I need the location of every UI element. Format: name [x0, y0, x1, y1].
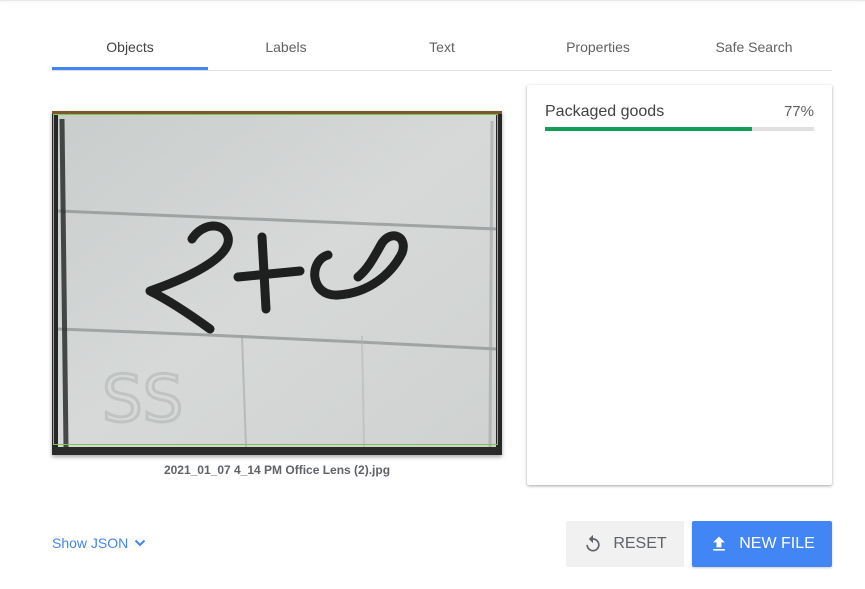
tab-labels[interactable]: Labels — [208, 24, 364, 69]
analyzed-image: SS — [52, 111, 502, 455]
results-card: Packaged goods 77% — [527, 85, 832, 485]
show-json-toggle[interactable]: Show JSON — [52, 535, 147, 551]
upload-icon — [709, 534, 729, 554]
tab-objects[interactable]: Objects — [52, 24, 208, 70]
tab-properties[interactable]: Properties — [520, 24, 676, 69]
chevron-down-icon — [135, 539, 146, 547]
show-json-label: Show JSON — [52, 535, 129, 551]
confidence-bar-fill — [545, 127, 753, 131]
object-bounding-box — [53, 114, 498, 445]
result-label: Packaged goods — [545, 103, 665, 120]
image-filename: 2021_01_07 4_14 PM Office Lens (2).jpg — [163, 463, 391, 477]
reset-button[interactable]: RESET — [566, 521, 684, 567]
result-item: Packaged goods 77% — [545, 103, 814, 131]
tab-safe-search[interactable]: Safe Search — [676, 24, 832, 69]
result-percent: 77% — [783, 103, 814, 120]
confidence-bar — [545, 127, 814, 131]
tab-bar: Objects Labels Text Properties Safe Sear… — [52, 24, 832, 71]
reset-icon — [583, 534, 603, 554]
top-divider — [0, 0, 865, 1]
tab-text[interactable]: Text — [364, 24, 520, 69]
new-file-label: NEW FILE — [739, 535, 815, 552]
reset-label: RESET — [613, 535, 667, 552]
new-file-button[interactable]: NEW FILE — [692, 521, 832, 567]
